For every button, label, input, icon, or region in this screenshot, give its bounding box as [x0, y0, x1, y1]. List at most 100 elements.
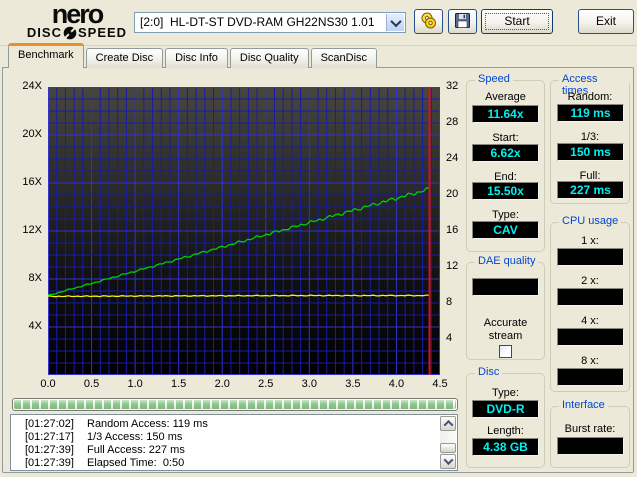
- drive-selector-dropdown-button[interactable]: [386, 14, 404, 31]
- log-text: Elapsed Time: 0:50: [87, 457, 184, 468]
- disc-logo-icon: [63, 26, 77, 40]
- axis-tick-label: 3.0: [296, 378, 322, 391]
- floppy-disk-icon: [449, 10, 476, 32]
- disc-group: Disc Type: DVD-R Length: 4.38 GB: [466, 373, 545, 468]
- one-third-access-value: 150 ms: [557, 143, 624, 161]
- axis-tick-label: 1.5: [166, 378, 192, 391]
- cpu-8x-value: [557, 368, 624, 386]
- cpu-1x-label: 1 x:: [551, 235, 629, 247]
- log-line: [01:27:02]Random Access: 119 ms: [25, 418, 437, 431]
- drive-selector-value: [2:0] HL-DT-ST DVD-RAM GH22NS30 1.01: [140, 13, 385, 32]
- log-timestamp: [01:27:17]: [25, 431, 87, 444]
- exit-button[interactable]: Exit: [578, 9, 634, 34]
- chevron-up-icon: [443, 420, 453, 430]
- tab-disc-quality[interactable]: Disc Quality: [230, 48, 309, 68]
- disc-type-label: Type:: [467, 387, 544, 399]
- chart-canvas: [48, 87, 440, 375]
- chevron-down-icon: [443, 455, 453, 465]
- cpu-4x-value: [557, 328, 624, 346]
- logo-nero-text: nero: [10, 2, 144, 26]
- interface-group: Interface Burst rate:: [550, 406, 630, 468]
- tab-create-disc[interactable]: Create Disc: [86, 48, 163, 68]
- axis-tick-label: 2.0: [209, 378, 235, 391]
- app-logo: nero DISC SPEED: [10, 2, 144, 43]
- log-timestamp: [01:27:39]: [25, 444, 87, 457]
- axis-tick-label: 4X: [8, 320, 42, 333]
- speed-group-title: Speed: [475, 73, 513, 85]
- axis-tick-label: 4.0: [383, 378, 409, 391]
- speed-group: Speed Average 11.64x Start: 6.62x End: 1…: [466, 80, 545, 252]
- start-button[interactable]: Start: [481, 9, 553, 34]
- axis-tick-label: 24X: [8, 80, 42, 93]
- cpu-1x-value: [557, 248, 624, 266]
- accurate-stream-checkbox[interactable]: [499, 345, 512, 358]
- chart-plot-area: [48, 87, 440, 375]
- toolbar: nero DISC SPEED [2:0] HL-DT-ST DVD-RAM G…: [0, 0, 637, 46]
- random-label: Random:: [551, 91, 629, 103]
- drive-selector[interactable]: [2:0] HL-DT-ST DVD-RAM GH22NS30 1.01: [134, 12, 406, 33]
- scrollbar-thumb[interactable]: [440, 443, 456, 453]
- disc-length-label: Length:: [467, 425, 544, 437]
- average-label: Average: [467, 91, 544, 103]
- axis-tick-label: 20X: [8, 128, 42, 141]
- axis-tick-label: 16X: [8, 176, 42, 189]
- speed-type-value: CAV: [472, 221, 539, 239]
- one-third-label: 1/3:: [551, 131, 629, 143]
- tab-benchmark[interactable]: Benchmark: [8, 43, 84, 68]
- axis-tick-label: 4.5: [427, 378, 453, 391]
- cpu-2x-value: [557, 288, 624, 306]
- log-text: Random Access: 119 ms: [87, 418, 208, 431]
- axis-tick-label: 0.5: [79, 378, 105, 391]
- scroll-down-button[interactable]: [440, 454, 456, 469]
- burst-rate-value: [557, 437, 624, 455]
- log-lines: [01:27:02]Random Access: 119 ms [01:27:1…: [25, 418, 437, 468]
- axis-tick-label: 12X: [8, 224, 42, 237]
- progress-bar: [12, 398, 458, 411]
- discs-icon: [415, 10, 442, 32]
- cpu-usage-group-title: CPU usage: [559, 215, 621, 227]
- save-button[interactable]: [448, 9, 477, 34]
- tab-bar: Benchmark Create Disc Disc Info Disc Qua…: [8, 46, 379, 68]
- log-text: 1/3 Access: 150 ms: [87, 431, 182, 444]
- log-timestamp: [01:27:39]: [25, 457, 87, 468]
- scroll-up-button[interactable]: [440, 416, 456, 431]
- disc-length-value: 4.38 GB: [472, 438, 539, 456]
- interface-group-title: Interface: [559, 399, 608, 411]
- start-label: Start:: [467, 132, 544, 144]
- burst-rate-label: Burst rate:: [551, 423, 629, 435]
- access-times-group: Access times Random: 119 ms 1/3: 150 ms …: [550, 80, 630, 204]
- log-line: [01:27:39]Full Access: 227 ms: [25, 444, 437, 457]
- log-scrollbar[interactable]: [440, 416, 456, 469]
- axis-tick-label: 1.0: [122, 378, 148, 391]
- tab-disc-info[interactable]: Disc Info: [165, 48, 228, 68]
- tab-scandisc[interactable]: ScanDisc: [311, 48, 377, 68]
- log-line: [01:27:17]1/3 Access: 150 ms: [25, 431, 437, 444]
- random-access-value: 119 ms: [557, 104, 624, 122]
- disc-group-title: Disc: [475, 366, 502, 378]
- dae-quality-value: [472, 278, 539, 296]
- dae-quality-group: DAE quality Accurate stream: [466, 262, 545, 360]
- progress-bar-fill: [14, 400, 456, 409]
- cpu-usage-group: CPU usage 1 x: 2 x: 4 x: 8 x:: [550, 222, 630, 392]
- average-speed-value: 11.64x: [472, 105, 539, 123]
- cpu-4x-label: 4 x:: [551, 315, 629, 327]
- log-line: [01:27:39]Elapsed Time: 0:50: [25, 457, 437, 468]
- log-text: Full Access: 227 ms: [87, 444, 185, 457]
- accurate-stream-label-line1: Accurate: [467, 317, 544, 329]
- cpu-2x-label: 2 x:: [551, 275, 629, 287]
- end-speed-value: 15.50x: [472, 182, 539, 200]
- disc-type-value: DVD-R: [472, 400, 539, 418]
- axis-tick-label: 0.0: [35, 378, 61, 391]
- eject-discs-button[interactable]: [414, 9, 443, 34]
- full-access-value: 227 ms: [557, 181, 624, 199]
- cpu-8x-label: 8 x:: [551, 355, 629, 367]
- benchmark-chart: 24X20X16X12X8X4X322824201612840.00.51.01…: [8, 80, 478, 396]
- accurate-stream-label-line2: stream: [467, 330, 544, 342]
- log-timestamp: [01:27:02]: [25, 418, 87, 431]
- start-speed-value: 6.62x: [472, 144, 539, 162]
- axis-tick-label: 8X: [8, 272, 42, 285]
- chevron-down-icon: [390, 15, 401, 26]
- logo-discspeed-text: DISC SPEED: [10, 26, 144, 40]
- dae-quality-group-title: DAE quality: [475, 255, 538, 267]
- axis-tick-label: 3.5: [340, 378, 366, 391]
